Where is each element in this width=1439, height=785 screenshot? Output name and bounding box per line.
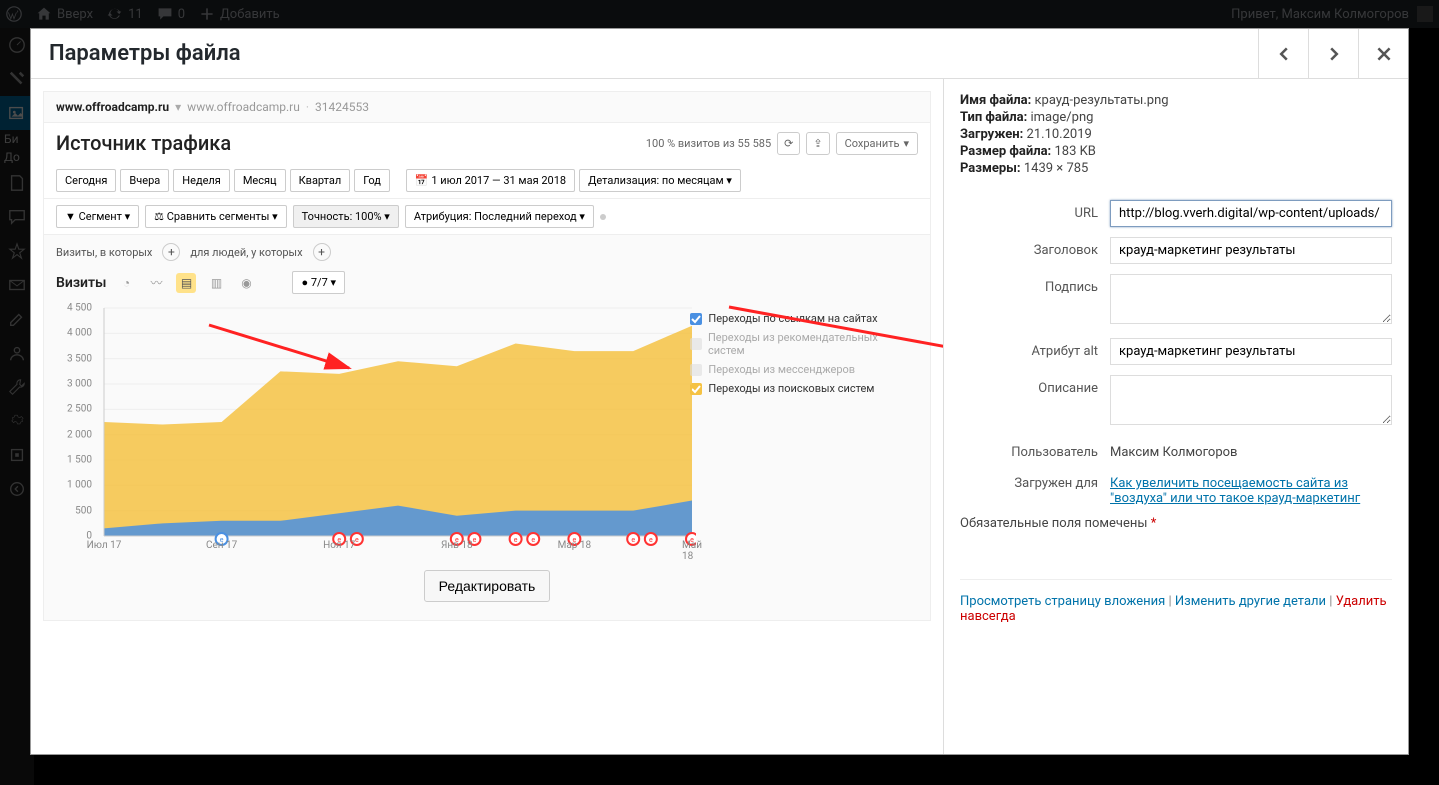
title-field[interactable]	[1110, 237, 1392, 264]
refresh-icon[interactable]: ⟳	[777, 132, 800, 155]
ym-period-tabs: Сегодня Вчера Неделя Месяц Квартал Год 📅…	[44, 163, 930, 199]
required-note: Обязательные поля помечены *	[960, 516, 1392, 531]
legend-item[interactable]: Переходы по ссылкам на сайтах	[690, 312, 910, 325]
tab-yesterday[interactable]: Вчера	[120, 169, 169, 192]
user-value: Максим Колмогоров	[1110, 439, 1392, 460]
meta-uploaded: Загружен: 21.10.2019	[960, 127, 1392, 142]
meta-filetype: Тип файла: image/png	[960, 110, 1392, 125]
meta-filename: Имя файла: крауд-результаты.png	[960, 93, 1392, 108]
meta-filesize: Размер файла: 183 KB	[960, 144, 1392, 159]
add-condition-2[interactable]: +	[313, 243, 331, 261]
chart-type-1[interactable]: ◔	[116, 273, 136, 293]
title-label: Заголовок	[960, 237, 1110, 258]
chart-type-area[interactable]: ▤	[176, 273, 196, 293]
attribution-btn[interactable]: Атрибуция: Последний переход ▾	[405, 205, 594, 228]
save-button[interactable]: Сохранить ▾	[836, 132, 918, 155]
attachment-details: Имя файла: крауд-результаты.png Тип файл…	[943, 79, 1408, 754]
precision-btn[interactable]: Точность: 100% ▾	[293, 205, 399, 228]
add-condition-1[interactable]: +	[162, 243, 180, 261]
visits-in-label: Визиты, в которых	[56, 246, 152, 259]
area-chart: 05001 0001 5002 0002 5003 0003 5004 0004…	[56, 302, 674, 552]
desc-field[interactable]	[1110, 375, 1392, 425]
edit-image-button[interactable]: Редактировать	[424, 570, 551, 602]
close-button[interactable]	[1358, 29, 1408, 78]
legend-item[interactable]: Переходы из поисковых систем	[690, 382, 910, 395]
attachment-actions: Просмотреть страницу вложения | Изменить…	[960, 579, 1392, 624]
tab-year[interactable]: Год	[354, 169, 390, 192]
modal-header: Параметры файла	[31, 29, 1408, 79]
tab-quarter[interactable]: Квартал	[290, 169, 351, 192]
legend-item[interactable]: Переходы из рекомендательных систем	[690, 331, 910, 357]
chart-title: Визиты	[56, 275, 106, 291]
tab-week[interactable]: Неделя	[173, 169, 230, 192]
url-label: URL	[960, 200, 1110, 221]
desc-label: Описание	[960, 375, 1110, 396]
for-people-label: для людей, у которых	[190, 246, 302, 259]
date-range[interactable]: 📅 1 июл 2017 — 31 мая 2018	[406, 169, 575, 192]
edit-details-link[interactable]: Изменить другие детали	[1175, 594, 1326, 609]
legend-item[interactable]: Переходы из мессенджеров	[690, 363, 910, 376]
alt-field[interactable]	[1110, 338, 1392, 365]
tab-month[interactable]: Месяц	[234, 169, 286, 192]
meta-dims: Размеры: 1439 × 785	[960, 161, 1392, 176]
view-attachment-link[interactable]: Просмотреть страницу вложения	[960, 594, 1165, 609]
attachment-preview: www.offroadcamp.ru▾ www.offroadcamp.ru ·…	[31, 79, 943, 754]
ym-breadcrumb: www.offroadcamp.ru▾ www.offroadcamp.ru ·…	[44, 92, 930, 123]
segment-btn[interactable]: ▼ Сегмент ▾	[56, 205, 139, 228]
next-button[interactable]	[1308, 29, 1358, 78]
legend-count[interactable]: ● 7/7 ▾	[292, 271, 345, 294]
compare-btn[interactable]: ⚖ Сравнить сегменты ▾	[145, 205, 287, 228]
chart-type-2[interactable]: 〰	[146, 273, 166, 293]
ym-visits-pct: 100 % визитов из 55 585	[646, 137, 771, 150]
caption-label: Подпись	[960, 274, 1110, 295]
url-field[interactable]	[1110, 200, 1392, 227]
chart-legend: Переходы по ссылкам на сайтах Переходы из…	[674, 302, 918, 552]
uploaded-to-link[interactable]: Как увеличить посещаемость сайта из "воз…	[1110, 476, 1360, 506]
prev-button[interactable]	[1258, 29, 1308, 78]
tab-today[interactable]: Сегодня	[56, 169, 116, 192]
chart-type-4[interactable]: ▥	[206, 273, 226, 293]
export-icon[interactable]: ⇪	[806, 132, 829, 155]
alt-label: Атрибут alt	[960, 338, 1110, 359]
attachment-modal: Параметры файла www.offroadcamp.ru▾ www.…	[30, 28, 1409, 755]
user-label: Пользователь	[960, 439, 1110, 460]
caption-field[interactable]	[1110, 274, 1392, 324]
detail-select[interactable]: Детализация: по месяцам ▾	[579, 169, 741, 192]
modal-title: Параметры файла	[49, 41, 241, 66]
ym-report-title: Источник трафика	[56, 131, 231, 155]
chart-type-5[interactable]: ◉	[236, 273, 256, 293]
uploaded-to-label: Загружен для	[960, 470, 1110, 491]
